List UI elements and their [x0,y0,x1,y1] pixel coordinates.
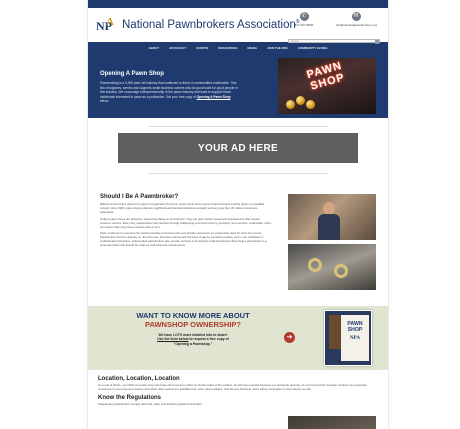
hero-text: Opening A Pawn Shop Pawnbroking is a 3,0… [100,71,240,104]
section-title: Know the Regulations [98,394,161,401]
booklet-logo: NPA [350,336,360,341]
nav-item-resources[interactable]: RESOURCES [218,46,237,50]
location-section: Location, Location, Location As a rule o… [88,376,388,429]
form-link[interactable]: Use the form below [157,337,188,341]
banner-line: "Opening a Pawnshop." [173,341,213,346]
ball-shape [306,100,315,109]
paragraph: Pawn continues to represent the working … [100,231,267,248]
nav-item-join[interactable]: JOIN THE NPA [267,46,288,50]
banner-subheading: PAWNSHOP OWNERSHIP? [145,319,241,329]
arrow-right-icon[interactable]: ➔ [284,332,295,343]
paragraph: Millions of Americans depend on pawn for… [100,202,265,214]
web-page: NP A National Pawnbrokers Association® ✆ … [88,0,388,429]
main-navigation: ABOUT ADVOCACY EVENTS RESOURCES MEDIA JO… [88,42,388,54]
hero-body-end: below. [100,99,110,104]
banner-text: WANT TO KNOW MORE ABOUT PAWNSHOP OWNERSH… [98,311,288,346]
nav-item-media[interactable]: MEDIA [247,46,257,50]
person-shape [318,202,340,240]
opening-pawn-shop-link[interactable]: Opening A Pawn Shop [197,95,231,99]
divider [148,173,328,174]
booklet-card: PAWN SHOP NPA [341,315,369,361]
phone-contact[interactable]: ✆ 817-337-8830 [284,12,324,27]
jewelry-photo [288,244,376,290]
nav-item-events[interactable]: EVENTS [196,46,208,50]
divider [148,126,328,127]
site-title[interactable]: National Pawnbrokers Association® [122,19,300,31]
ball-shape [296,96,305,105]
phone-icon: ✆ [299,12,309,21]
site-title-text: National Pawnbrokers Association [122,19,296,31]
phone-number: 817-337-8830 [294,23,314,27]
contact-info: ✆ 817-337-8830 ✉ info@nationalpawnbroker… [280,12,380,36]
nav-item-advocacy[interactable]: ADVOCACY [169,46,186,50]
ad-label: YOUR AD HERE [198,142,278,154]
mail-icon: ✉ [351,12,361,21]
pawnbroker-section: Should I Be A Pawnbroker? Millions of Am… [88,190,388,300]
paragraph: Today's pawn stores are attractive, welc… [100,216,272,229]
site-header: NP A National Pawnbrokers Association® ✆ … [88,8,388,44]
ring-shape [334,264,348,278]
search-input[interactable]: Search [288,39,380,44]
booklet-word: SHOP [347,327,363,333]
hero-title: Opening A Pawn Shop [100,71,164,77]
email-address: info@nationalpawnbrokers.org [336,23,377,27]
search-button[interactable] [375,39,379,44]
booklet-cover-image[interactable]: PAWN SHOP NPA [324,310,372,366]
section-title: Location, Location, Location [98,376,180,382]
npa-logo[interactable]: NP A [96,16,118,33]
ball-shape [286,100,295,109]
email-contact[interactable]: ✉ info@nationalpawnbrokers.org [336,12,377,27]
paragraph: As a rule of thumb, over 90% of a pawn s… [98,383,367,391]
section-title: Should I Be A Pawnbroker? [100,194,179,200]
pawnbroker-text: Should I Be A Pawnbroker? Millions of Am… [100,194,272,251]
pawn-balls-icon [286,96,316,110]
hero-section: Opening A Pawn Shop Pawnbroking is a 3,0… [88,54,388,118]
ad-banner[interactable]: YOUR AD HERE [118,133,358,163]
ring-shape [308,258,322,272]
pawnbroker-photo [288,194,376,240]
more-info-banner: WANT TO KNOW MORE ABOUT PAWNSHOP OWNERSH… [88,306,388,370]
top-utility-bar [88,0,388,8]
nav-item-about[interactable]: ABOUT [148,46,159,50]
storefront-photo [288,416,376,429]
hero-body: Pawnbroking is a 3,000 year old industry… [100,81,240,104]
pawn-shop-sign-image: PAWN SHOP [278,58,376,114]
nav-item-community-giving[interactable]: COMMUNITY GIVING [298,46,328,50]
search-placeholder: Search [291,40,299,43]
paragraph: Independent pawnbrokers comply with loca… [98,401,203,406]
browser-viewport: NP A National Pawnbrokers Association® ✆ … [0,0,460,429]
